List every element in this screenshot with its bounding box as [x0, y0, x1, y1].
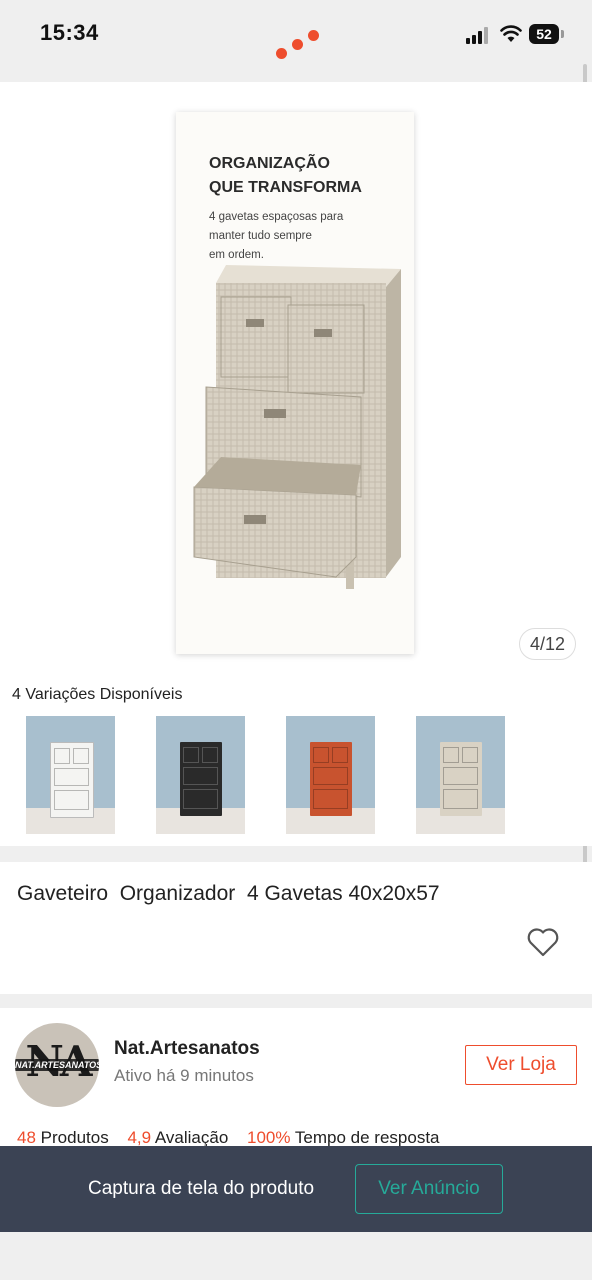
heart-icon[interactable] — [526, 926, 560, 958]
variation-cabinet-black — [180, 742, 222, 816]
status-bar: 15:34 52 — [0, 0, 592, 82]
variation-cabinet-white — [50, 742, 94, 818]
drawer-cabinet-illustration — [193, 265, 401, 589]
shop-avatar[interactable]: NA NAT.ARTESANATOS — [15, 1023, 99, 1107]
cellular-signal-icon — [466, 26, 494, 44]
response-label: Tempo de resposta — [294, 1128, 440, 1147]
avatar-logo-text: NAT.ARTESANATOS — [15, 1059, 99, 1071]
visit-shop-button[interactable]: Ver Loja — [465, 1045, 577, 1085]
view-listing-button[interactable]: Ver Anúncio — [355, 1164, 503, 1214]
shop-status: Ativo há 9 minutos — [114, 1066, 254, 1085]
bottom-area — [0, 1232, 592, 1280]
product-title: Gaveteiro Organizador 4 Gavetas 40x20x57 — [17, 882, 440, 905]
variation-cabinet-orange — [310, 742, 352, 816]
products-count: 48 — [17, 1128, 36, 1147]
image-counter: 4/12 — [518, 628, 576, 660]
product-gallery[interactable]: ORGANIZAÇÃO QUE TRANSFORMA 4 gavetas esp… — [0, 82, 592, 670]
variation-cabinet-natural — [440, 742, 482, 816]
response-rate: 100% — [247, 1128, 291, 1147]
wifi-icon — [500, 25, 522, 42]
banner-text: Captura de tela do produto — [88, 1178, 315, 1199]
rating-label: Avaliação — [154, 1128, 229, 1147]
variation-orange[interactable] — [286, 716, 375, 834]
product-image[interactable]: ORGANIZAÇÃO QUE TRANSFORMA 4 gavetas esp… — [176, 112, 414, 654]
shop-name[interactable]: Nat.Artesanatos — [114, 1038, 260, 1060]
variation-white[interactable] — [26, 716, 115, 834]
loading-dots-icon — [274, 26, 324, 66]
battery-icon: 52 — [529, 24, 564, 44]
promo-title: ORGANIZAÇÃO QUE TRANSFORMA — [209, 155, 362, 196]
variation-black[interactable] — [156, 716, 245, 834]
status-time: 15:34 — [40, 20, 99, 45]
shop-section: NA NAT.ARTESANATOS Nat.Artesanatos Ativo… — [0, 1008, 592, 1148]
variations-section: 4 Variações Disponíveis — [0, 670, 592, 846]
rating-value: 4,9 — [127, 1128, 152, 1147]
products-label: Produtos — [40, 1128, 109, 1147]
shop-stats: 48 Produtos 4,9 Avaliação 100% Tempo de … — [17, 1128, 454, 1148]
product-title-section: Gaveteiro Organizador 4 Gavetas 40x20x57 — [0, 862, 592, 994]
variation-natural[interactable] — [416, 716, 505, 834]
variations-title: 4 Variações Disponíveis — [12, 686, 183, 703]
screenshot-banner: Captura de tela do produto Ver Anúncio — [0, 1146, 592, 1232]
